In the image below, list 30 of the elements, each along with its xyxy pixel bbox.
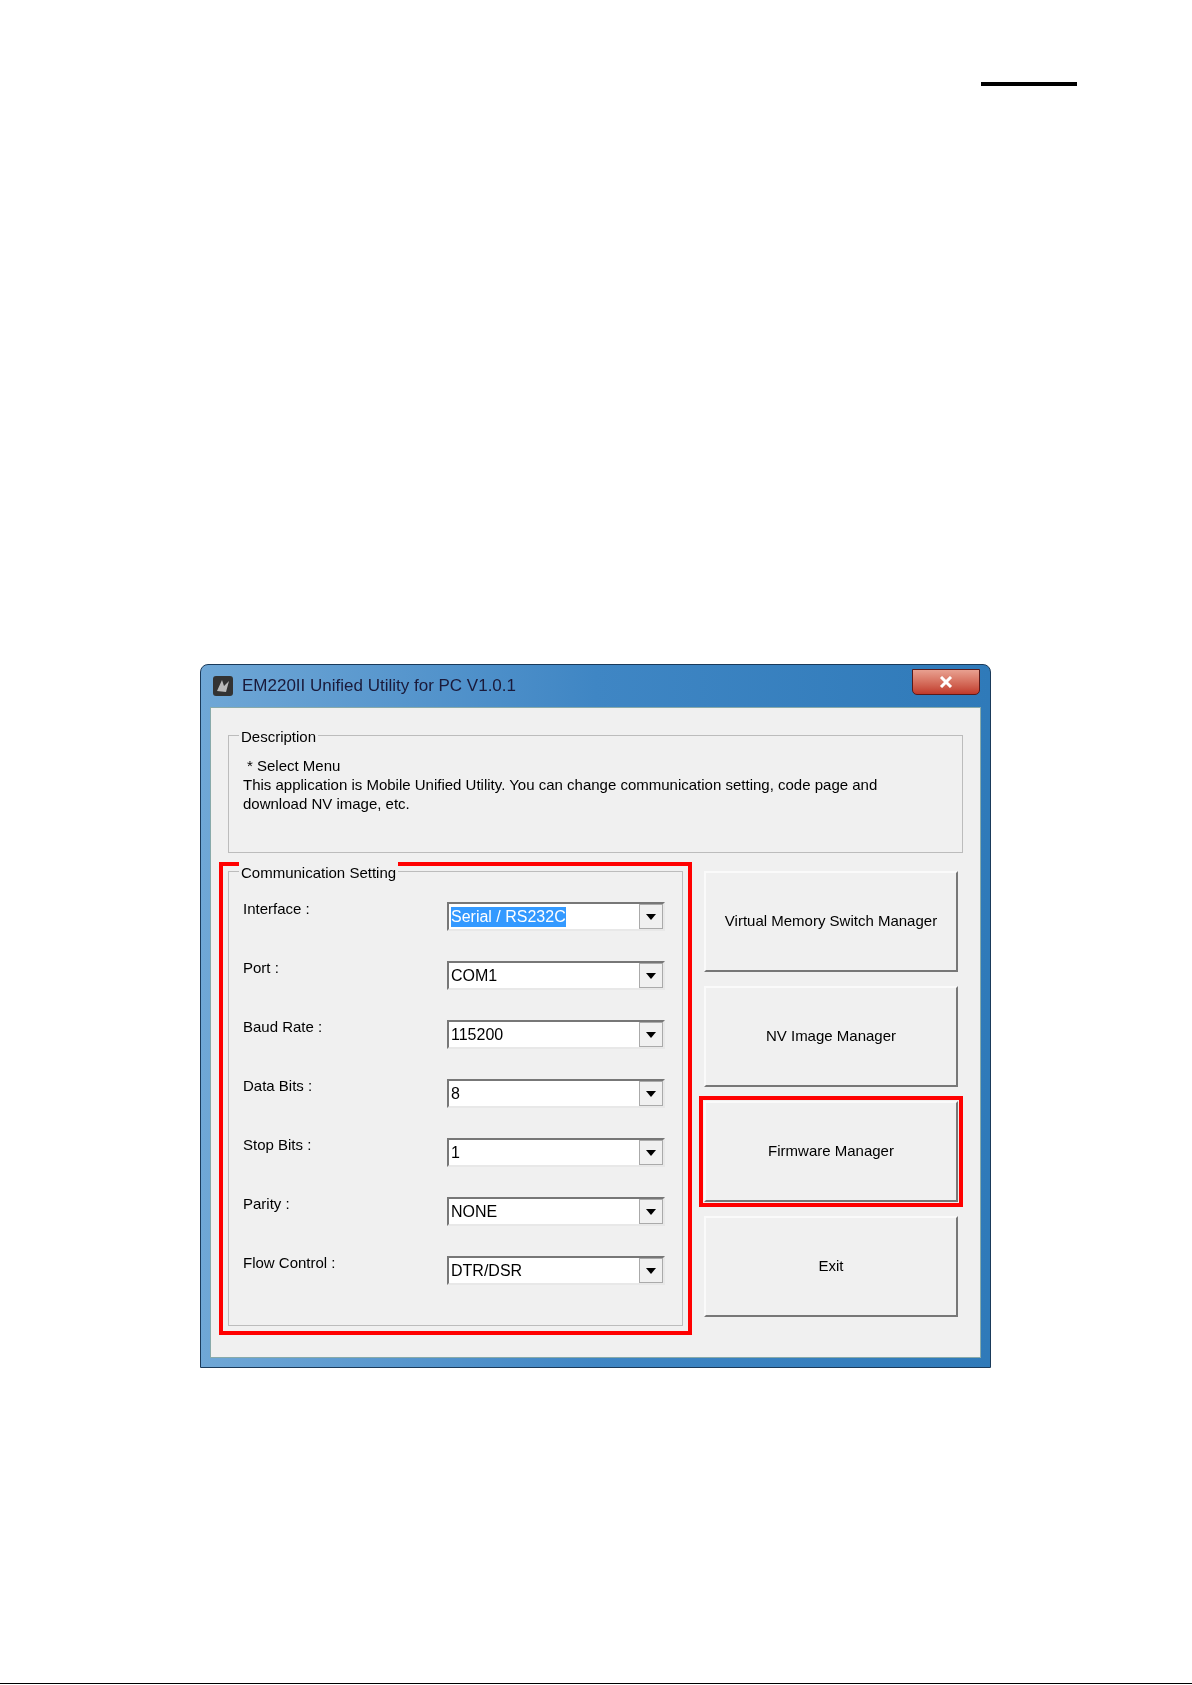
dropdown[interactable]: DTR/DSR (447, 1256, 665, 1285)
dropdown[interactable]: 115200 (447, 1020, 665, 1049)
caret-icon (646, 1090, 656, 1097)
close-icon (939, 676, 953, 688)
dropdown[interactable]: 8 (447, 1079, 665, 1108)
dropdown[interactable]: 1 (447, 1138, 665, 1167)
caret-icon (646, 913, 656, 920)
field-label: Flow Control : (243, 1253, 337, 1273)
caret-icon (646, 1031, 656, 1038)
description-text: * Select Menu (246, 756, 342, 775)
app-icon (212, 675, 234, 697)
window-title: EM220II Unified Utility for PC V1.0.1 (242, 675, 516, 698)
dropdown[interactable]: NONE (447, 1197, 665, 1226)
caret-icon (646, 972, 656, 979)
field-label: Interface : (243, 899, 311, 919)
caret-icon (646, 1208, 656, 1215)
caret-icon (646, 1267, 656, 1274)
description-text: This application is Mobile Unified Utility. You can change communication setting, code page and download NV image, etc. (243, 775, 879, 813)
dropdown[interactable]: COM1 (447, 961, 665, 990)
field-label: Parity : (243, 1194, 291, 1214)
field-label: Stop Bits : (243, 1135, 313, 1155)
field-label: Baud Rate : (243, 1017, 324, 1037)
caret-icon (646, 1149, 656, 1156)
action-button[interactable]: NV Image Manager (704, 986, 958, 1087)
action-button[interactable]: Firmware Manager (704, 1101, 958, 1202)
action-button[interactable]: Virtual Memory Switch Manager (704, 871, 958, 972)
close-button[interactable] (912, 669, 980, 695)
action-button[interactable]: Exit (704, 1216, 958, 1317)
field-label: Port : (243, 958, 280, 978)
field-label: Data Bits : (243, 1076, 314, 1096)
